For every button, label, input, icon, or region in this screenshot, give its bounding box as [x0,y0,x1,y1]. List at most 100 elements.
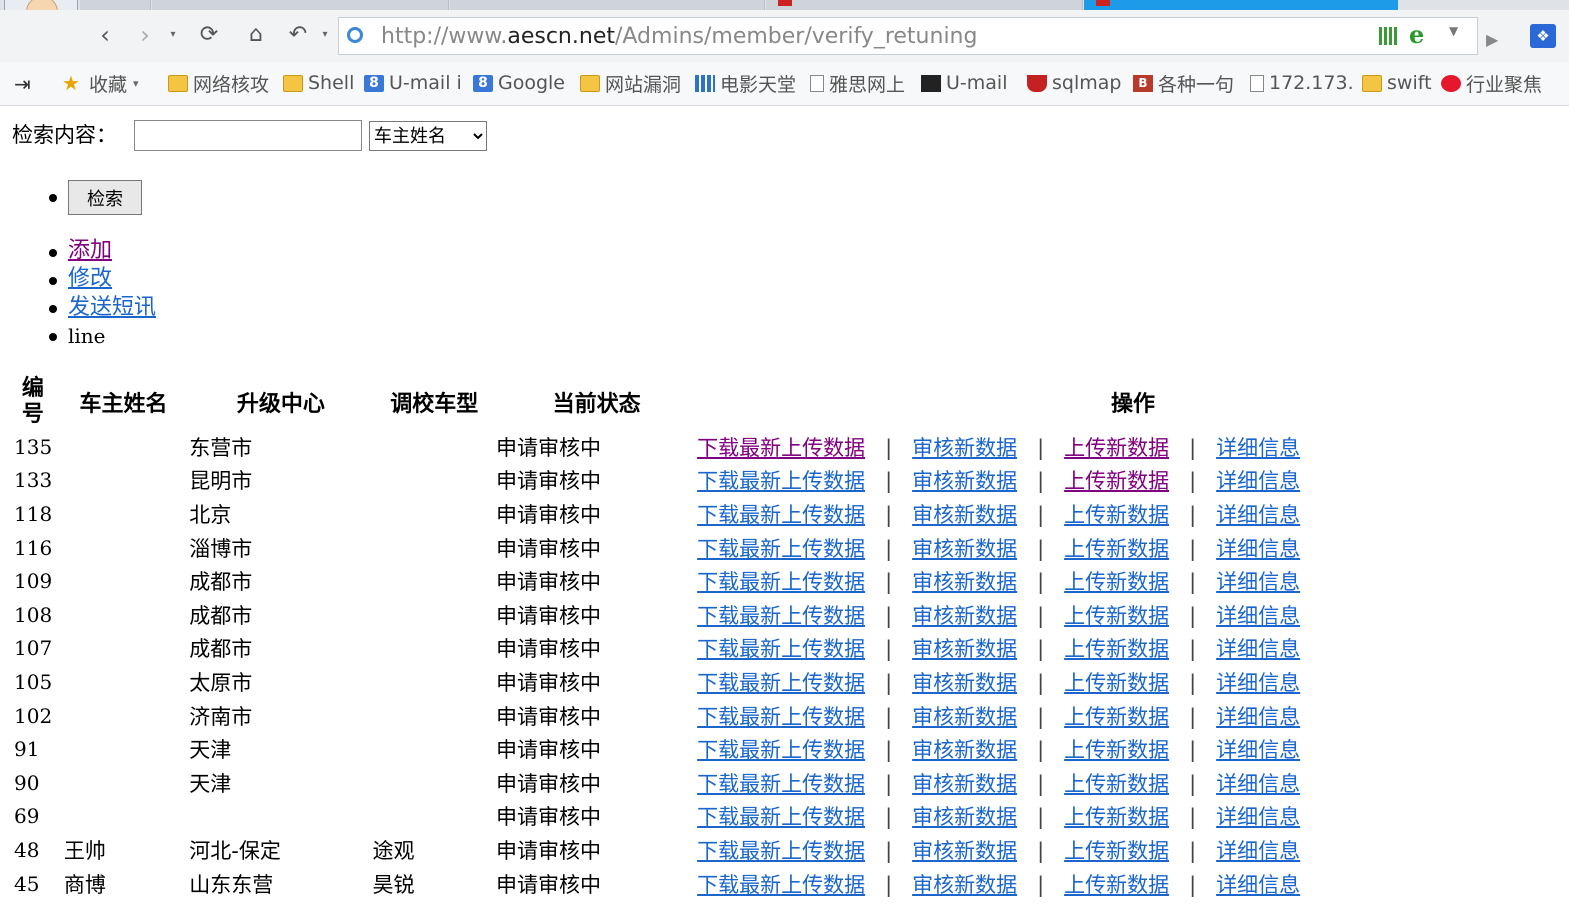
address-bar[interactable]: http://www.aescn.net/Admins/member/verif… [338,17,1478,55]
bookmark-item[interactable]: U-mail [921,70,1007,96]
browser-tab-active[interactable] [1084,0,1398,10]
detail-info-link[interactable]: 详细信息 [1216,637,1300,661]
upload-data-link[interactable]: 上传新数据 [1064,637,1169,661]
review-data-link[interactable]: 审核新数据 [912,537,1017,561]
detail-info-link[interactable]: 详细信息 [1216,705,1300,729]
add-link[interactable]: 添加 [68,237,112,265]
bookmark-item[interactable]: 8 U-mail i [364,70,462,96]
header-status: 当前状态 [552,392,641,417]
ie-mode-icon[interactable]: e [1409,20,1424,49]
search-button[interactable]: 检索 [68,180,142,215]
bookmark-item[interactable]: 电影天堂 [695,70,796,96]
bookmark-item[interactable]: 172.173. [1250,70,1354,96]
bookmark-item[interactable]: 雅思网上 [810,70,905,96]
download-latest-link[interactable]: 下载最新上传数据 [697,537,865,561]
bookmark-item[interactable]: ★ 收藏 ▾ [62,70,139,96]
undo-icon[interactable]: ↶ [285,22,311,48]
review-data-link[interactable]: 审核新数据 [912,570,1017,594]
upload-data-link[interactable]: 上传新数据 [1064,503,1169,527]
upload-data-link[interactable]: 上传新数据 [1064,671,1169,695]
refresh-icon[interactable]: ⟳ [196,22,222,48]
home-icon[interactable]: ⌂ [243,22,269,48]
browser-tab[interactable] [152,0,449,10]
detail-info-link[interactable]: 详细信息 [1216,537,1300,561]
review-data-link[interactable]: 审核新数据 [912,436,1017,460]
actions-cell: 下载最新上传数据 | 审核新数据 | 上传新数据 | 详细信息 [697,732,1569,766]
chevron-down-icon[interactable]: ▾ [133,77,139,90]
detail-info-link[interactable]: 详细信息 [1216,873,1300,897]
upload-data-link[interactable]: 上传新数据 [1064,570,1169,594]
review-data-link[interactable]: 审核新数据 [912,738,1017,762]
upload-data-link[interactable]: 上传新数据 [1064,604,1169,628]
undo-dropdown-icon[interactable]: ▾ [320,22,330,48]
review-data-link[interactable]: 审核新数据 [912,604,1017,628]
download-latest-link[interactable]: 下载最新上传数据 [697,570,865,594]
qr-code-icon[interactable] [1379,27,1397,45]
bookmark-item[interactable]: B 各种一句 [1133,70,1234,96]
address-url[interactable]: http://www.aescn.net/Admins/member/verif… [381,24,977,50]
bookmarks-toggle-icon[interactable]: ⇥ [14,72,31,96]
download-latest-link[interactable]: 下载最新上传数据 [697,671,865,695]
review-data-link[interactable]: 审核新数据 [912,637,1017,661]
detail-info-link[interactable]: 详细信息 [1216,805,1300,829]
review-data-link[interactable]: 审核新数据 [912,503,1017,527]
detail-info-link[interactable]: 详细信息 [1216,436,1300,460]
edit-link[interactable]: 修改 [68,265,112,293]
bookmark-item[interactable]: Shell [283,70,354,96]
browser-tab[interactable] [450,0,765,10]
download-latest-link[interactable]: 下载最新上传数据 [697,436,865,460]
review-data-link[interactable]: 审核新数据 [912,469,1017,493]
bookmark-item[interactable]: 8 Google [473,70,565,96]
review-data-link[interactable]: 审核新数据 [912,873,1017,897]
baidu-paw-icon[interactable]: ❖ [1530,24,1556,48]
bookmark-item[interactable]: 网络核攻 [168,70,269,96]
history-dropdown-icon[interactable]: ▾ [168,22,178,48]
review-data-link[interactable]: 审核新数据 [912,705,1017,729]
download-latest-link[interactable]: 下载最新上传数据 [697,738,865,762]
address-dropdown-icon[interactable]: ▼ [1449,24,1458,38]
download-latest-link[interactable]: 下载最新上传数据 [697,772,865,796]
review-data-link[interactable]: 审核新数据 [912,671,1017,695]
upload-data-link[interactable]: 上传新数据 [1064,705,1169,729]
detail-info-link[interactable]: 详细信息 [1216,503,1300,527]
search-input[interactable] [134,120,362,151]
download-latest-link[interactable]: 下载最新上传数据 [697,839,865,863]
browser-tab[interactable] [766,0,1083,10]
detail-info-link[interactable]: 详细信息 [1216,671,1300,695]
download-latest-link[interactable]: 下载最新上传数据 [697,604,865,628]
detail-info-link[interactable]: 详细信息 [1216,604,1300,628]
bookmark-item[interactable]: 行业聚焦 [1441,70,1542,96]
search-field-select[interactable]: 车主姓名 [369,121,487,151]
bookmark-item[interactable]: swift [1362,70,1432,96]
upload-data-link[interactable]: 上传新数据 [1064,436,1169,460]
upload-data-link[interactable]: 上传新数据 [1064,772,1169,796]
upload-data-link[interactable]: 上传新数据 [1064,738,1169,762]
send-sms-link[interactable]: 发送短讯 [68,294,156,322]
bookmark-item[interactable]: sqlmap [1027,70,1121,96]
bookmark-item[interactable]: 网站漏洞 [580,70,681,96]
download-latest-link[interactable]: 下载最新上传数据 [697,705,865,729]
review-data-link[interactable]: 审核新数据 [912,772,1017,796]
upload-data-link[interactable]: 上传新数据 [1064,839,1169,863]
browser-tab[interactable] [80,0,151,10]
download-latest-link[interactable]: 下载最新上传数据 [697,637,865,661]
upload-data-link[interactable]: 上传新数据 [1064,873,1169,897]
download-latest-link[interactable]: 下载最新上传数据 [697,873,865,897]
detail-info-link[interactable]: 详细信息 [1216,772,1300,796]
detail-info-link[interactable]: 详细信息 [1216,469,1300,493]
download-latest-link[interactable]: 下载最新上传数据 [697,503,865,527]
detail-info-link[interactable]: 详细信息 [1216,570,1300,594]
detail-info-link[interactable]: 详细信息 [1216,738,1300,762]
grid-icon [695,74,715,92]
download-latest-link[interactable]: 下载最新上传数据 [697,469,865,493]
review-data-link[interactable]: 审核新数据 [912,839,1017,863]
download-latest-link[interactable]: 下载最新上传数据 [697,805,865,829]
go-arrow-icon[interactable]: ▶ [1486,30,1498,49]
detail-info-link[interactable]: 详细信息 [1216,839,1300,863]
review-data-link[interactable]: 审核新数据 [912,805,1017,829]
upload-data-link[interactable]: 上传新数据 [1064,805,1169,829]
forward-icon[interactable]: › [132,22,158,48]
back-icon[interactable]: ‹ [92,22,118,48]
upload-data-link[interactable]: 上传新数据 [1064,469,1169,493]
upload-data-link[interactable]: 上传新数据 [1064,537,1169,561]
